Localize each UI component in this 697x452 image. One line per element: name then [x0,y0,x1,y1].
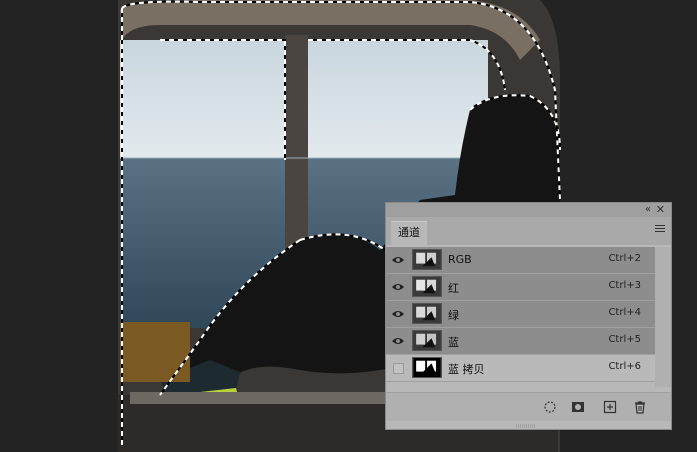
channel-shortcut: Ctrl+5 [608,334,641,345]
channel-name: RGB [448,253,472,266]
channel-row-blue[interactable]: 蓝 Ctrl+5 [386,328,657,355]
channel-name: 绿 [448,309,459,322]
delete-channel-icon[interactable] [633,400,647,414]
channel-shortcut: Ctrl+2 [608,253,641,264]
tab-channels[interactable]: 通道 [391,221,427,246]
eye-icon[interactable] [391,308,405,320]
load-selection-icon[interactable] [543,400,557,414]
channel-name: 红 [448,282,459,295]
eye-icon[interactable] [391,281,405,293]
channel-shortcut: Ctrl+4 [608,307,641,318]
channel-row-blue-copy[interactable]: 蓝 拷贝 Ctrl+6 [386,355,657,382]
channel-list: RGB Ctrl+2 红 Ctrl+3 绿 Ctrl+4 蓝 Ctrl+5 蓝 … [386,247,657,382]
channel-row-green[interactable]: 绿 Ctrl+4 [386,301,657,328]
channel-list-scrollbar[interactable] [655,247,671,387]
channel-shortcut: Ctrl+3 [608,280,641,291]
eye-icon[interactable] [391,254,405,266]
channel-shortcut: Ctrl+6 [608,361,641,372]
channel-thumbnail-blue [412,330,442,351]
channel-thumbnail-blue-copy [412,357,442,378]
collapse-panel-icon[interactable]: « [645,204,651,215]
save-selection-mask-icon[interactable] [571,400,585,414]
eye-icon[interactable] [391,335,405,347]
channel-name: 蓝 拷贝 [448,363,485,376]
channels-panel: « ✕ 通道 RGB Ctrl+2 红 Ctrl+3 绿 Ctrl+4 蓝 Ct… [385,202,672,430]
channel-thumbnail-red [412,276,442,297]
visibility-toggle[interactable] [393,363,404,374]
panel-footer [386,392,671,421]
hamburger-menu-icon[interactable] [655,223,665,234]
channel-thumbnail-green [412,303,442,324]
channel-row-red[interactable]: 红 Ctrl+3 [386,274,657,301]
close-panel-icon[interactable]: ✕ [656,203,665,216]
channel-thumbnail-rgb [412,249,442,270]
panel-tab-bar: 通道 [386,217,671,246]
channel-row-rgb[interactable]: RGB Ctrl+2 [386,247,657,274]
new-channel-icon[interactable] [603,400,617,414]
channel-name: 蓝 [448,336,459,349]
panel-resize-grip[interactable] [516,424,536,428]
panel-title-bar[interactable]: « ✕ [386,203,671,217]
